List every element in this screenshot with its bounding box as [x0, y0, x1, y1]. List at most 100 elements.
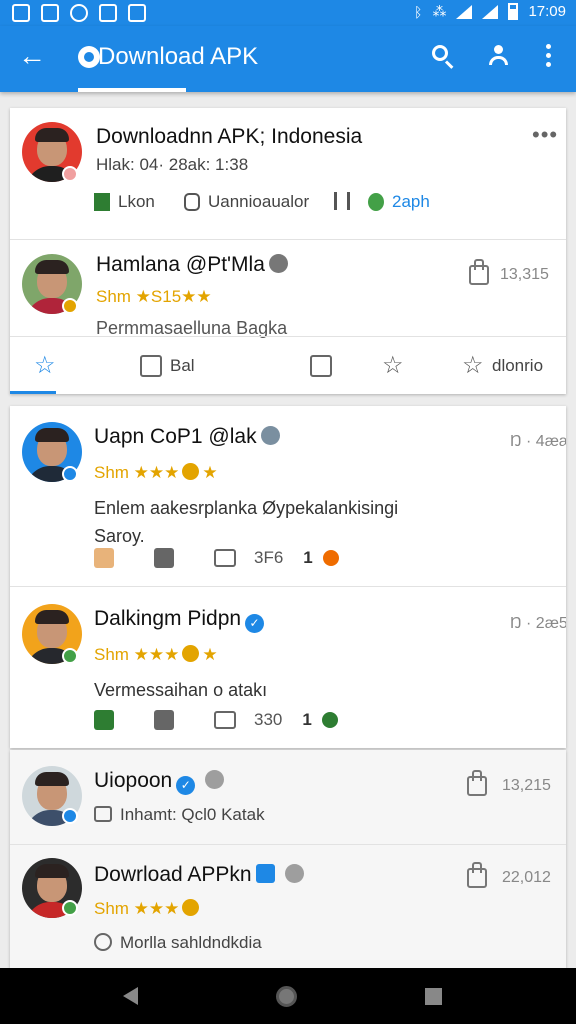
post-rating: Shm ★★★	[94, 898, 202, 920]
gallery-icon	[41, 4, 59, 22]
battery-icon	[508, 3, 519, 20]
vibrate-icon: ⁂	[432, 3, 447, 19]
star-icon	[382, 351, 404, 380]
more-vert-icon[interactable]	[537, 43, 559, 69]
green-square-icon	[94, 193, 110, 211]
divider	[10, 844, 566, 845]
dislike-icon[interactable]	[154, 548, 174, 568]
page-subtitle: Hlak: 04· 28ak: 1:38	[96, 155, 249, 174]
sound-icon	[334, 192, 350, 210]
signal-icon	[482, 4, 499, 19]
dislike-icon[interactable]	[154, 710, 174, 730]
app-logo-icon	[78, 46, 100, 68]
avatar-badge-icon	[62, 166, 78, 182]
like-icon[interactable]	[467, 862, 487, 888]
wifi-icon	[456, 4, 473, 19]
search-icon[interactable]	[430, 43, 456, 69]
comment-icon[interactable]	[214, 711, 236, 729]
nav-home-icon[interactable]	[276, 986, 297, 1007]
post-subtitle: Inhamt: Qcl0 Katak	[94, 804, 265, 826]
post-body: Saroy.	[94, 526, 145, 546]
post-rating: Shm ★★★ ★	[94, 645, 218, 664]
post-time: Ŋ · 4ææ	[510, 433, 566, 450]
nav-back-icon[interactable]	[123, 987, 138, 1005]
like-count: 13,315	[500, 266, 549, 283]
active-tab-indicator	[78, 88, 186, 92]
user-icon[interactable]	[486, 43, 512, 69]
coin-icon	[182, 463, 200, 480]
app-title: Download APK	[98, 43, 259, 70]
nav-recents-icon[interactable]	[425, 988, 442, 1005]
coin-icon	[182, 645, 200, 662]
flag-icon	[310, 355, 332, 377]
share-count: 1	[303, 548, 313, 567]
avatar-badge-icon	[62, 808, 78, 824]
at-icon	[94, 933, 112, 951]
verified-icon: ✓	[176, 776, 196, 795]
action-bar: Bal dlonrio	[10, 336, 566, 394]
activity-icon	[34, 351, 56, 380]
divider	[10, 586, 566, 587]
verified-icon	[260, 426, 280, 445]
post-body: Vermessaihan o atakı	[94, 680, 268, 700]
avatar-badge-icon	[62, 900, 78, 916]
status-bar: ᛒ ⁂ 17:09	[0, 0, 576, 26]
thumbs-up-icon[interactable]	[94, 548, 114, 568]
chart-action[interactable]: Bal	[140, 351, 195, 381]
share-action[interactable]: dlonrio	[462, 351, 543, 381]
post-rating: Shm ★★★ ★	[94, 463, 218, 482]
post-author: Hamlana @Pt'Mla	[96, 252, 288, 278]
post-author: Dowrload APPkn	[94, 862, 304, 888]
tag-item[interactable]: Lkon	[94, 192, 155, 212]
hexagon-icon	[184, 193, 200, 211]
share-count: 1	[302, 710, 312, 729]
app-bar: ← Download APK	[0, 26, 576, 92]
like-count: 13,215	[502, 777, 551, 794]
activity-action[interactable]	[34, 351, 56, 381]
page-header-card: Downloadnn APK; Indonesia Hlak: 04· 28ak…	[10, 108, 566, 394]
tag-item[interactable]	[334, 192, 350, 210]
group-icon	[284, 864, 304, 883]
post-rating: Shm ★S15★★	[96, 287, 212, 306]
like-count: 22,012	[502, 869, 551, 886]
back-arrow-icon[interactable]: ←	[18, 41, 46, 71]
post-author: Dalkingm Pidpn ✓	[94, 606, 265, 633]
coin-icon	[182, 899, 200, 916]
fire-icon[interactable]	[322, 550, 339, 566]
feed-card: Uiopoon ✓ 13,215 Inhamt: Qcl0 Katak Dowrl…	[10, 750, 566, 968]
share-icon	[462, 351, 484, 380]
chart-icon	[140, 355, 162, 377]
group-icon	[205, 770, 225, 789]
system-nav-bar	[0, 968, 576, 1024]
post-body: Enlem aakesrplanka Øypekalankisingi	[94, 498, 399, 518]
more-options-icon[interactable]: •••	[532, 122, 558, 148]
verified-icon	[255, 864, 275, 883]
tag-item[interactable]: 2aph	[368, 192, 430, 212]
calendar-icon	[94, 806, 112, 822]
comment-icon[interactable]	[214, 549, 236, 567]
reaction-bar: 330 1	[94, 710, 338, 730]
like-icon[interactable]	[467, 770, 487, 796]
grid-icon	[99, 4, 117, 22]
image-icon	[12, 4, 30, 22]
post-subtitle: Morlla sahldndkdia	[94, 932, 262, 954]
bluetooth-icon: ᛒ	[414, 3, 423, 20]
tag-item[interactable]: Uannioaualor	[184, 192, 309, 212]
leaf-icon[interactable]	[321, 712, 338, 728]
like-icon[interactable]	[469, 259, 489, 285]
star-action[interactable]	[382, 351, 404, 381]
feed-card: Uapn CoP1 @lak Ŋ · 4ææ Shm ★★★★ Enlem aa…	[10, 406, 566, 748]
verified-icon: ✓	[245, 614, 265, 633]
post-author: Uiopoon ✓	[94, 768, 225, 795]
comment-count: 330	[254, 710, 283, 729]
avatar-badge-icon	[62, 298, 78, 314]
comment-count: 3F6	[254, 548, 284, 567]
verified-icon	[268, 254, 288, 273]
action-underline	[10, 391, 56, 394]
divider	[10, 239, 566, 240]
photo-icon	[128, 4, 146, 22]
avatar-badge-icon	[62, 466, 78, 482]
thumbs-up-icon[interactable]	[94, 710, 114, 730]
flag-action[interactable]	[310, 351, 332, 381]
post-time: Ŋ · 2æ5	[510, 615, 566, 632]
